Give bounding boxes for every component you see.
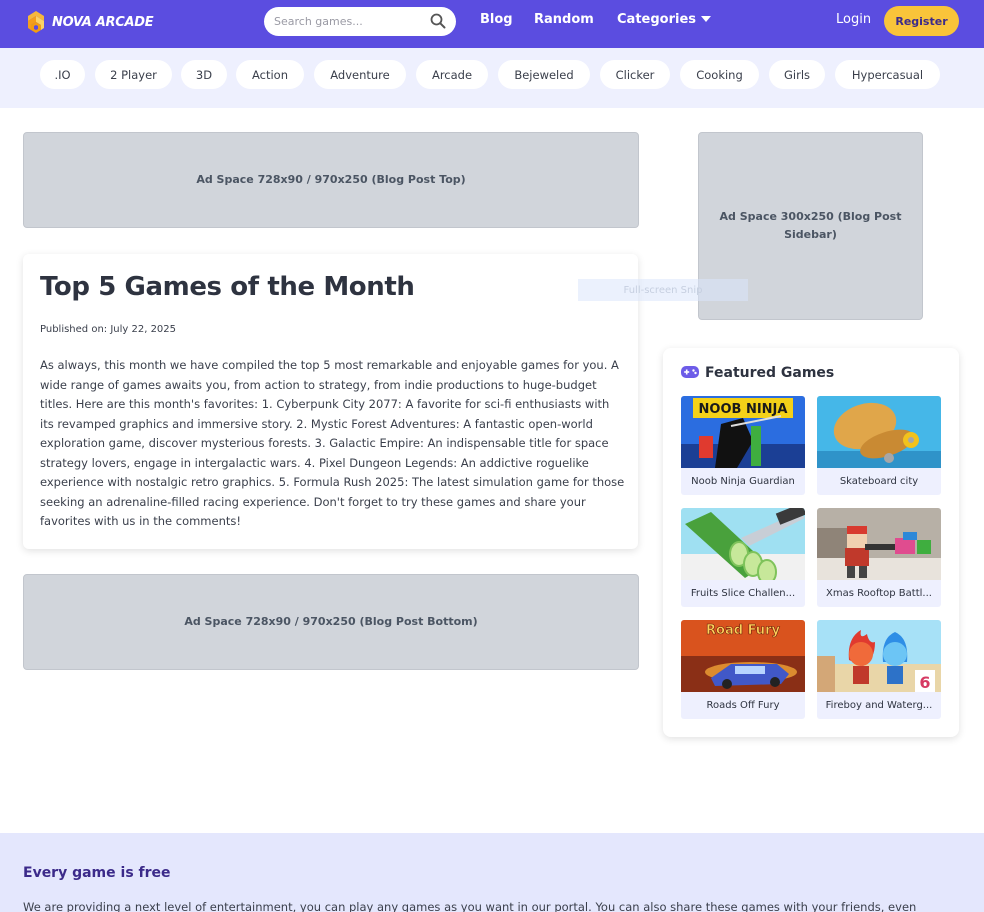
snip-overlay-label: Full-screen Snip — [578, 279, 748, 301]
game-title: Fireboy and Waterg... — [825, 700, 933, 711]
footer-title: Every game is free — [23, 865, 171, 881]
featured-games-title: Featured Games — [705, 364, 835, 381]
category-chip-io[interactable]: .IO — [40, 60, 85, 89]
nav-categories-dropdown[interactable]: Categories — [617, 12, 712, 27]
page-title: Top 5 Games of the Month — [40, 272, 415, 302]
search-box — [264, 7, 456, 36]
game-card-roads-off-fury[interactable]: Road Fury Roads Off Fury — [681, 620, 805, 719]
category-chip-cooking[interactable]: Cooking — [680, 60, 759, 89]
game-thumbnail — [817, 396, 941, 468]
login-link[interactable]: Login — [836, 12, 871, 27]
game-thumbnail — [817, 508, 941, 580]
ad-banner-top: Ad Space 728x90 / 970x250 (Blog Post Top… — [23, 132, 639, 228]
game-card-fireboy-and-watergirl[interactable]: 6 Fireboy and Waterg... — [817, 620, 941, 719]
site-logo[interactable]: NOVA ARCADE — [24, 10, 154, 34]
game-thumbnail: NOOB NINJA — [681, 396, 805, 468]
category-chip-3d[interactable]: 3D — [181, 60, 227, 89]
footer-info-section: Every game is free We are providing a ne… — [0, 833, 984, 912]
footer-text: We are providing a next level of enterta… — [23, 900, 917, 912]
thumb-text-road-fury: Road Fury — [706, 623, 780, 638]
game-thumbnail: Road Fury — [681, 620, 805, 692]
search-input[interactable] — [274, 15, 424, 28]
register-button[interactable]: Register — [884, 6, 959, 36]
nav-blog-link[interactable]: Blog — [480, 12, 513, 27]
blog-post-card: Top 5 Games of the Month Published on: J… — [23, 254, 638, 549]
game-title: Fruits Slice Challen... — [690, 588, 796, 599]
thumb-text-noob-ninja: NOOB NINJA — [699, 402, 788, 417]
article-body: As always, this month we have compiled t… — [40, 358, 625, 528]
game-thumbnail: 6 — [817, 620, 941, 692]
category-chip-clicker[interactable]: Clicker — [600, 60, 670, 89]
category-chip-girls[interactable]: Girls — [769, 60, 825, 89]
featured-games-panel: Featured Games NOOB NINJA Noob Ninja Gua… — [663, 348, 959, 737]
game-title: Noob Ninja Guardian — [691, 476, 795, 487]
search-icon[interactable] — [430, 13, 446, 29]
category-chip-2-player[interactable]: 2 Player — [95, 60, 172, 89]
game-thumbnail — [681, 508, 805, 580]
game-card-fruits-slice-challenge[interactable]: Fruits Slice Challen... — [681, 508, 805, 607]
nav-random-link[interactable]: Random — [534, 12, 594, 27]
category-bar: .IO 2 Player 3D Action Adventure Arcade … — [0, 48, 984, 108]
category-chip-adventure[interactable]: Adventure — [314, 60, 406, 89]
category-chip-hypercasual[interactable]: Hypercasual — [835, 60, 940, 89]
game-card-xmas-rooftop-battle[interactable]: Xmas Rooftop Battl... — [817, 508, 941, 607]
category-chip-action[interactable]: Action — [236, 60, 304, 89]
chevron-down-icon — [701, 15, 712, 22]
category-chip-bejeweled[interactable]: Bejeweled — [498, 60, 590, 89]
gamepad-icon — [681, 363, 699, 382]
ad-banner-bottom: Ad Space 728x90 / 970x250 (Blog Post Bot… — [23, 574, 639, 670]
featured-games-header: Featured Games — [681, 363, 834, 382]
thumb-text-fireboy: 6 — [919, 673, 930, 692]
game-card-noob-ninja-guardian[interactable]: NOOB NINJA Noob Ninja Guardian — [681, 396, 805, 495]
top-navbar: NOVA ARCADE Blog Random Categories Login… — [0, 0, 984, 48]
game-card-skateboard-city[interactable]: Skateboard city — [817, 396, 941, 495]
nav-categories-label: Categories — [617, 12, 697, 27]
game-title: Xmas Rooftop Battl... — [826, 588, 932, 599]
published-date: Published on: July 22, 2025 — [40, 324, 177, 335]
logo-text: NOVA ARCADE — [52, 14, 154, 30]
category-chip-arcade[interactable]: Arcade — [416, 60, 488, 89]
game-title: Skateboard city — [839, 476, 919, 487]
nova-arcade-logo-icon — [24, 10, 48, 34]
game-title: Roads Off Fury — [706, 700, 780, 711]
